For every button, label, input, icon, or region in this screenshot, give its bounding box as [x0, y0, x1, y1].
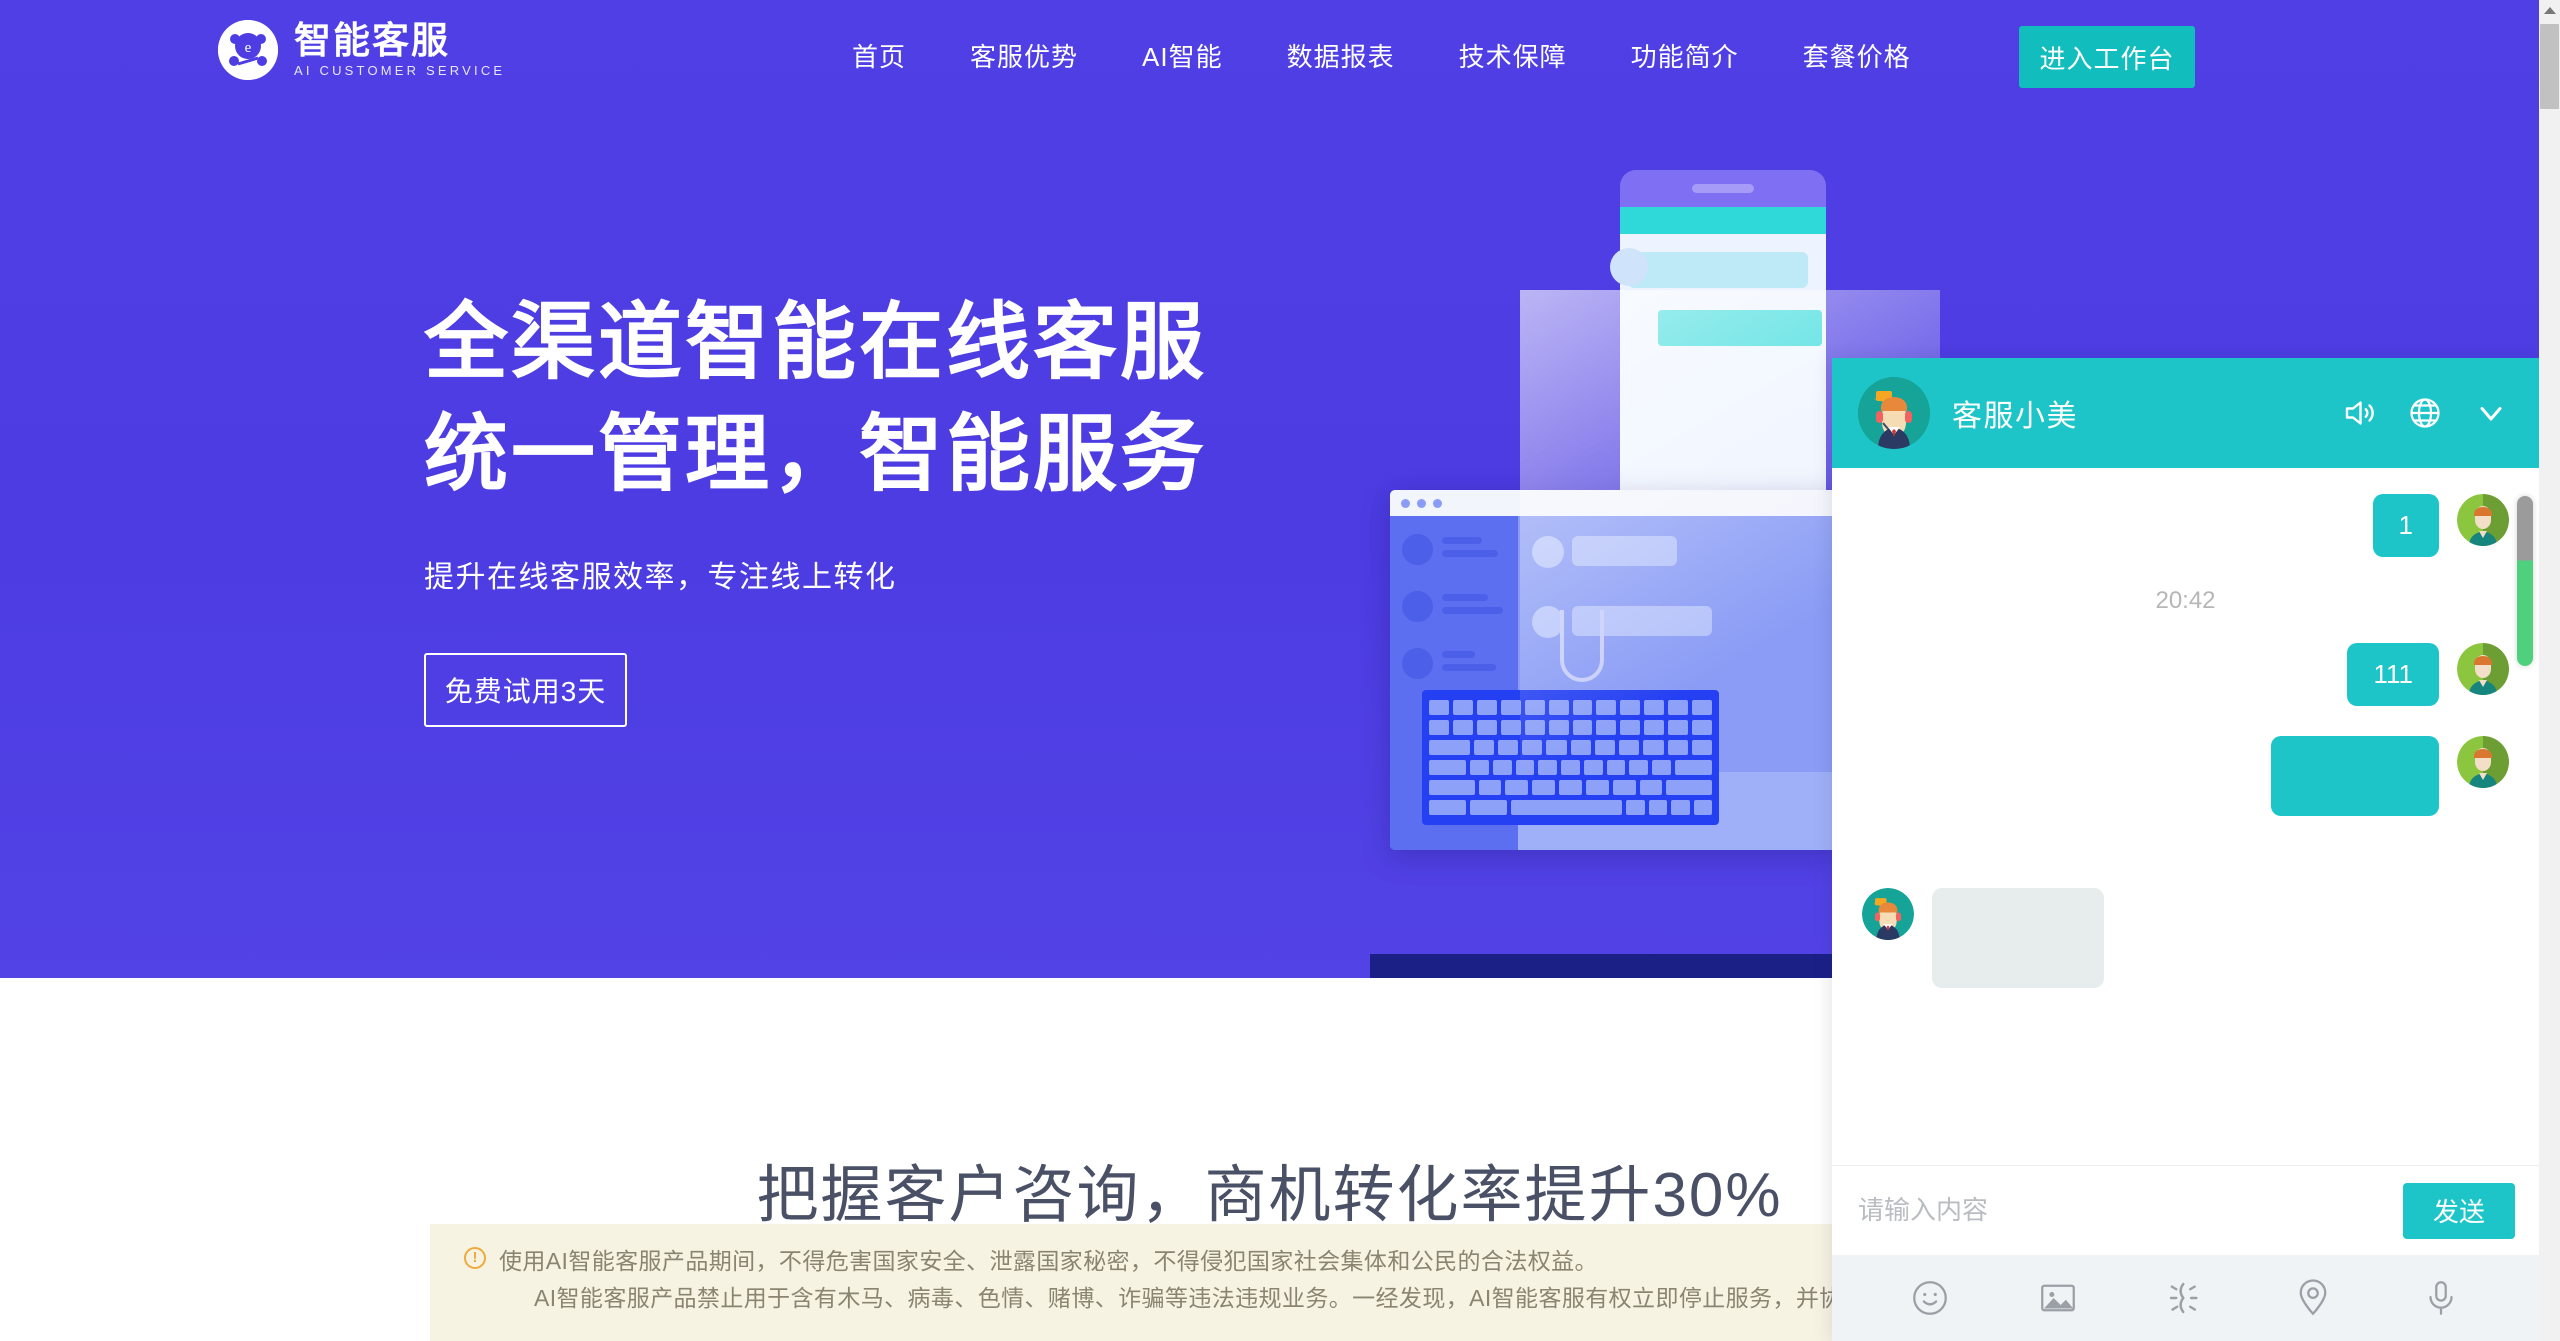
nav-item-home[interactable]: 首页 — [820, 0, 938, 114]
contact-avatar — [1402, 534, 1433, 565]
message-bubble: 1 — [2372, 494, 2439, 557]
nav-item-features[interactable]: 功能简介 — [1599, 0, 1771, 114]
message-bubble — [1572, 536, 1677, 566]
illustration-message — [1532, 536, 1826, 568]
nav-item-ai[interactable]: AI智能 — [1110, 0, 1255, 114]
send-button[interactable]: 发送 — [2403, 1182, 2515, 1239]
chat-scrollbar[interactable] — [2515, 468, 2535, 1165]
browser-dot-icon — [1433, 498, 1442, 508]
message-bubble — [2271, 736, 2439, 816]
nav-item-advantage[interactable]: 客服优势 — [938, 0, 1110, 114]
warning-circle-icon: ! — [464, 1247, 486, 1269]
chat-agent-name: 客服小美 — [1952, 400, 2078, 433]
user-avatar — [2457, 643, 2509, 695]
agent-avatar — [1858, 377, 1930, 449]
location-icon[interactable] — [2292, 1277, 2334, 1319]
illustration-floating-avatar — [1610, 248, 1648, 286]
contact-lines — [1442, 650, 1506, 677]
chat-widget: 客服小美 1 20:42 111 请输入内容 发送 — [1832, 358, 2539, 1341]
contact-avatar — [1402, 591, 1433, 622]
hero-title-line1: 全渠道智能在线客服 — [424, 295, 1208, 389]
illustration-cable — [1560, 610, 1604, 682]
chevron-down-icon[interactable] — [2473, 395, 2509, 431]
chat-scrollbar-thumb[interactable] — [2517, 496, 2533, 666]
enter-workbench-button[interactable]: 进入工作台 — [2019, 26, 2195, 88]
phone-chat-header — [1620, 207, 1826, 234]
hero-subtitle: 提升在线客服效率，专注线上转化 — [424, 561, 897, 595]
contact-lines — [1442, 593, 1506, 620]
free-trial-button[interactable]: 免费试用3天 — [424, 653, 627, 728]
hero-copy: 全渠道智能在线客服 统一管理，智能服务 提升在线客服效率，专注线上转化 免费试用… — [424, 287, 1208, 728]
nav-links: 首页 客服优势 AI智能 数据报表 技术保障 功能简介 套餐价格 — [820, 0, 1943, 114]
notice-line-1: 使用AI智能客服产品期间，不得危害国家安全、泄露国家秘密，不得侵犯国家社会集体和… — [499, 1248, 1598, 1274]
sidebar-contact-row — [1402, 591, 1506, 622]
user-avatar — [2457, 736, 2509, 788]
notice-text: 使用AI智能客服产品期间，不得危害国家安全、泄露国家秘密，不得侵犯国家社会集体和… — [499, 1243, 1913, 1318]
page-root: e 智能客服 AI CUSTOMER SERVICE 首页 客服优势 AI智能 … — [0, 0, 2560, 1341]
user-avatar — [2457, 494, 2509, 546]
sound-icon[interactable] — [2341, 395, 2377, 431]
contact-lines — [1442, 536, 1506, 563]
chat-message-input[interactable] — [1858, 1195, 2403, 1226]
svg-text:e: e — [245, 40, 252, 56]
logo-mark-icon: e — [218, 20, 278, 80]
microphone-icon[interactable] — [2420, 1277, 2462, 1319]
chat-widget-header: 客服小美 — [1832, 358, 2539, 468]
chat-message-outgoing: 1 — [1862, 494, 2509, 557]
agent-avatar — [1862, 888, 1914, 940]
nav-item-pricing[interactable]: 套餐价格 — [1771, 0, 1943, 114]
message-avatar — [1532, 536, 1564, 568]
scroll-up-arrow-icon[interactable] — [2539, 0, 2560, 21]
hero-title-line2: 统一管理，智能服务 — [424, 406, 1208, 501]
message-bubble: 111 — [2347, 643, 2439, 706]
browser-dot-icon — [1417, 498, 1426, 508]
browser-dot-icon — [1401, 498, 1410, 508]
contact-avatar — [1402, 648, 1433, 679]
image-icon[interactable] — [2037, 1277, 2079, 1319]
brand-name-cn: 智能客服 — [294, 19, 450, 61]
top-navigation-bar: e 智能客服 AI CUSTOMER SERVICE 首页 客服优势 AI智能 … — [0, 0, 2539, 114]
emoji-icon[interactable] — [1909, 1277, 1951, 1319]
chat-toolbar — [1832, 1255, 2539, 1341]
page-scrollbar-thumb[interactable] — [2540, 24, 2559, 109]
sidebar-contact-row — [1402, 534, 1506, 565]
globe-icon[interactable] — [2407, 395, 2443, 431]
message-bubble — [1932, 888, 2104, 988]
brand-name-en: AI CUSTOMER SERVICE — [294, 63, 506, 79]
chat-input-row: 发送 — [1832, 1165, 2539, 1255]
browser-titlebar — [1390, 490, 1840, 516]
phone-bubble-outgoing — [1658, 310, 1822, 346]
chat-message-list[interactable]: 1 20:42 111 — [1832, 468, 2539, 1165]
nav-item-reports[interactable]: 数据报表 — [1255, 0, 1427, 114]
chat-message-incoming — [1862, 888, 2509, 988]
chat-timestamp: 20:42 — [2155, 587, 2216, 614]
page-scrollbar[interactable] — [2539, 0, 2560, 1341]
illustration-keyboard — [1422, 690, 1719, 825]
sidebar-contact-row — [1402, 648, 1506, 679]
nav-item-tech[interactable]: 技术保障 — [1427, 0, 1599, 114]
phone-bubble-incoming — [1628, 252, 1808, 288]
shake-icon[interactable] — [2164, 1277, 2206, 1319]
brand-logo[interactable]: e 智能客服 AI CUSTOMER SERVICE — [218, 20, 505, 80]
brand-text: 智能客服 AI CUSTOMER SERVICE — [294, 19, 506, 79]
chat-message-outgoing — [1862, 736, 2509, 816]
chat-message-outgoing: 111 — [1862, 643, 2509, 706]
chat-header-icons — [2341, 395, 2509, 431]
notice-line-2: AI智能客服产品禁止用于含有木马、病毒、色情、赌博、诈骗等违法违规业务。一经发现… — [534, 1285, 1913, 1312]
phone-speaker — [1692, 184, 1754, 193]
